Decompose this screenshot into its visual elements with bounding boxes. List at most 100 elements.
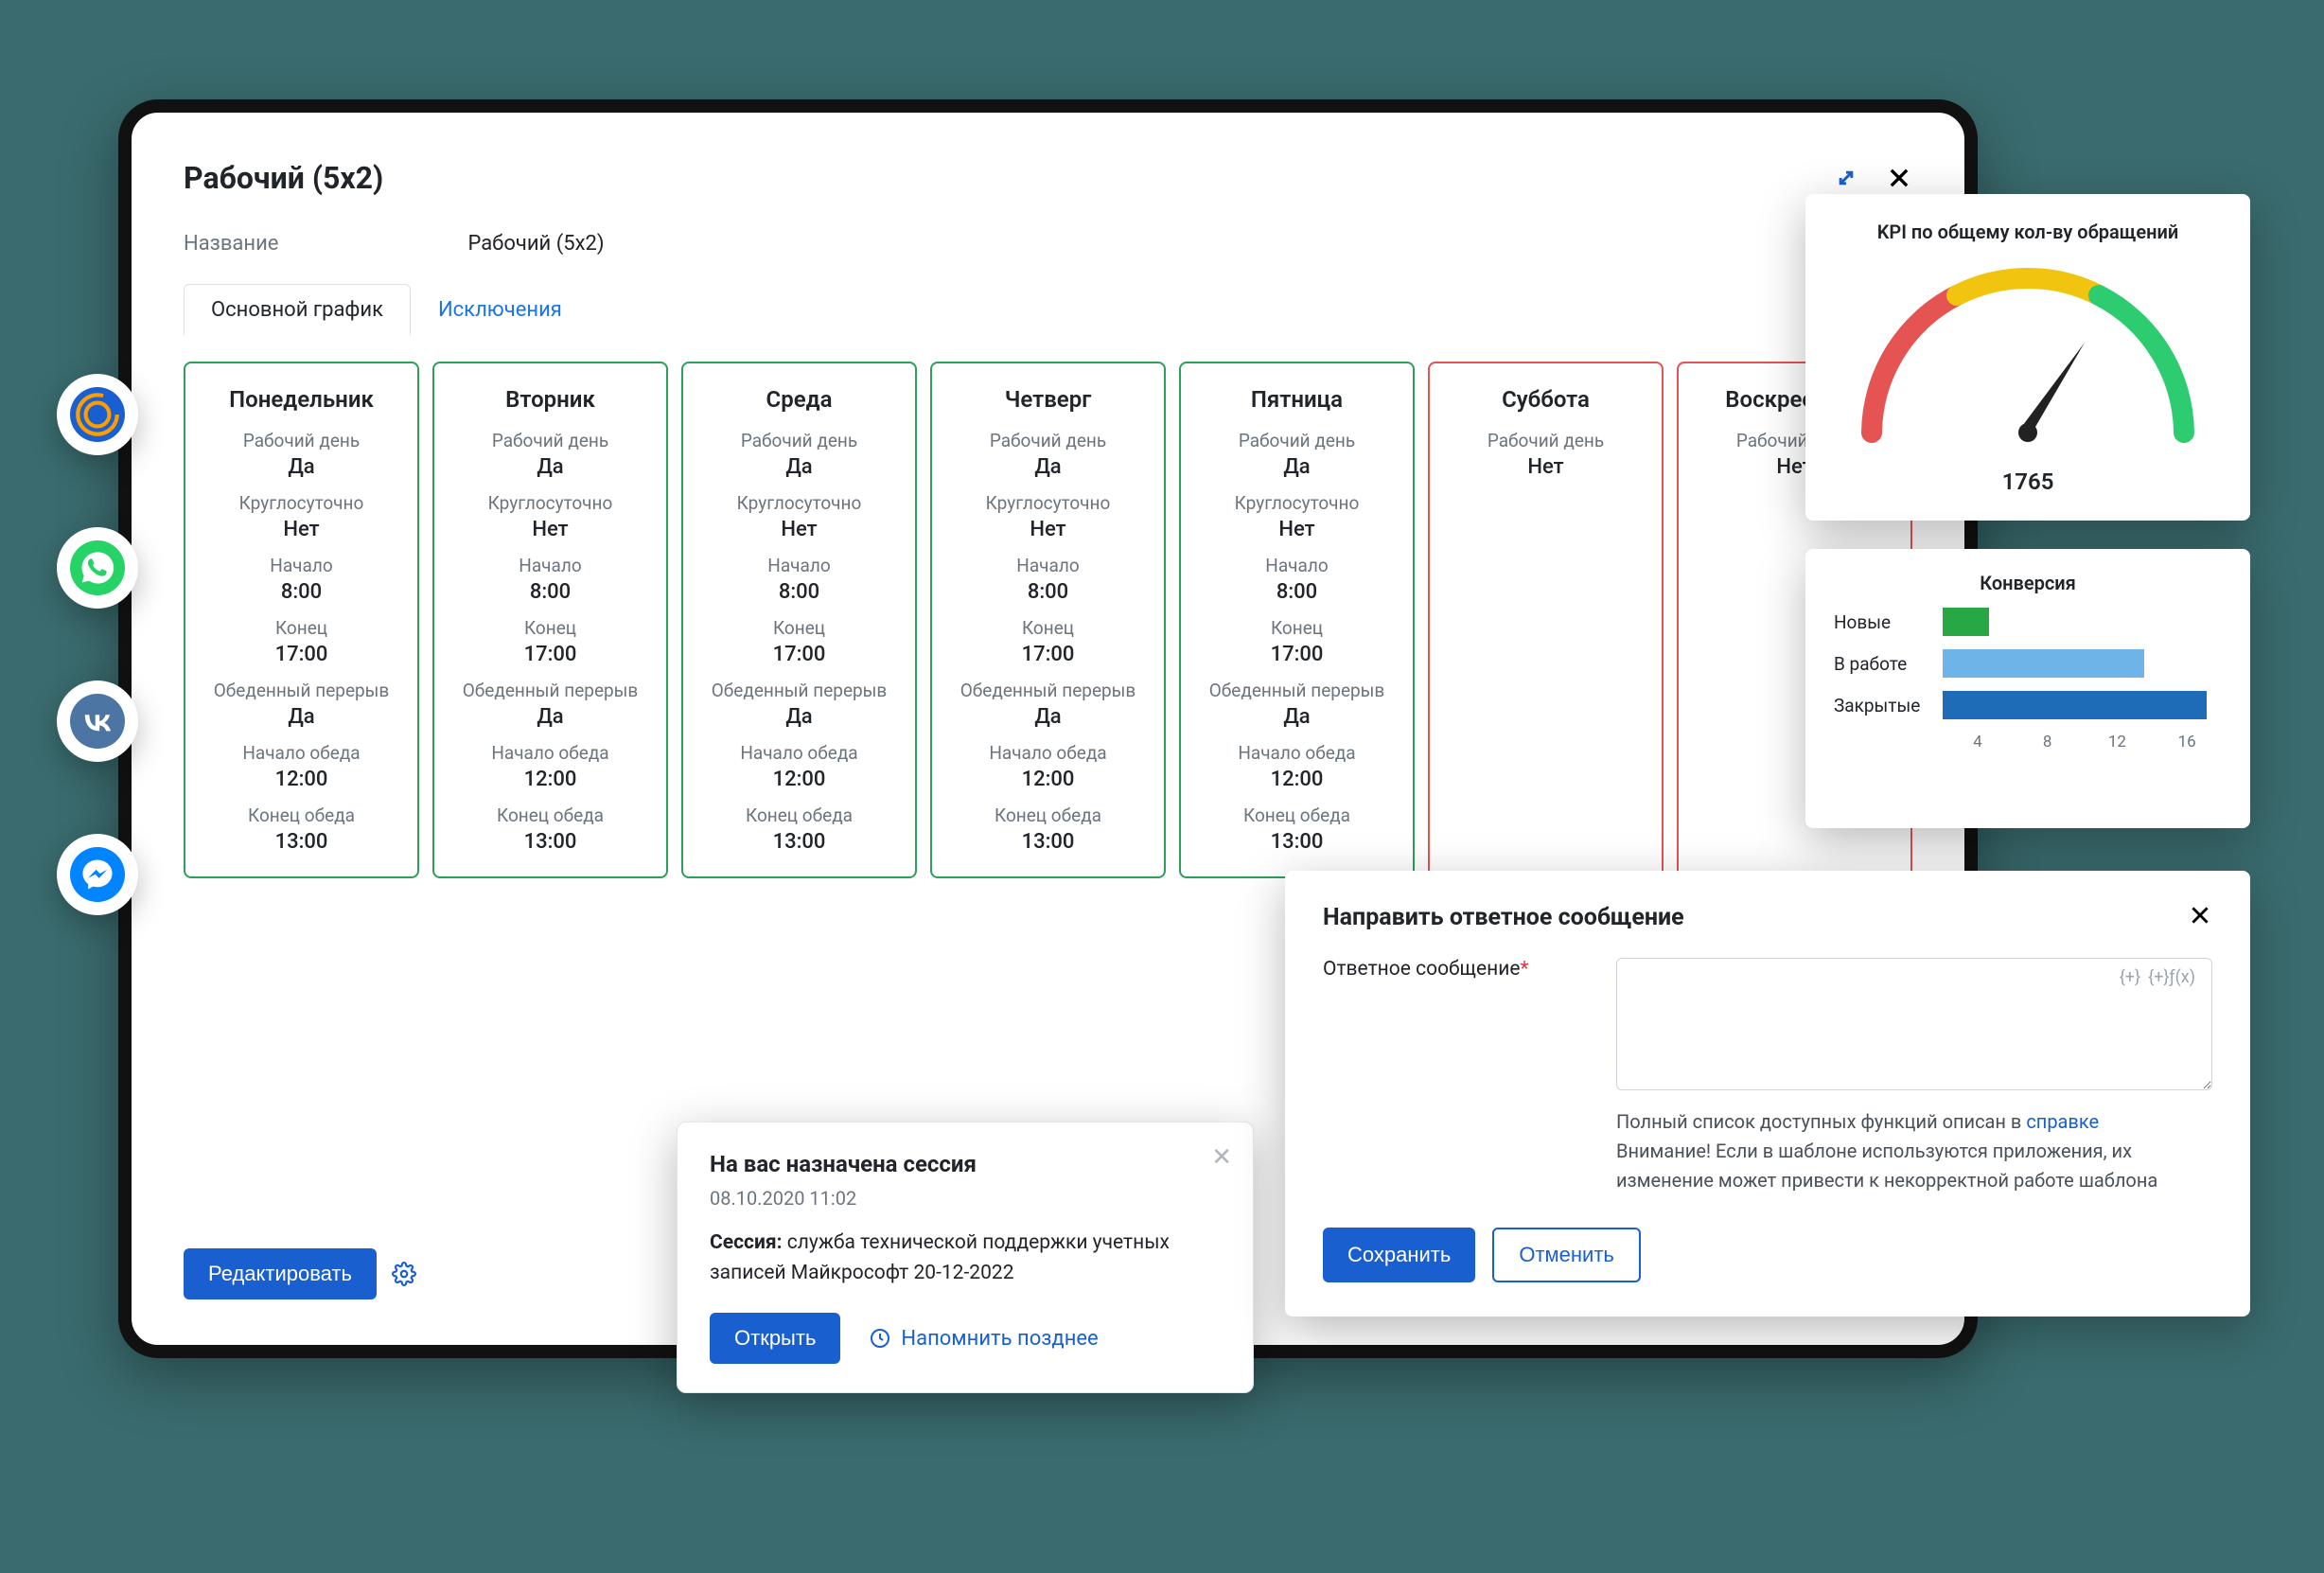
lunch-end-label: Конец обеда xyxy=(942,804,1154,826)
lunch-label: Обеденный перерыв xyxy=(444,680,657,701)
lunch-label: Обеденный перерыв xyxy=(942,680,1154,701)
allday-value: Нет xyxy=(942,518,1154,541)
reply-save-button[interactable]: Сохранить xyxy=(1323,1228,1475,1282)
reply-cancel-button[interactable]: Отменить xyxy=(1492,1228,1641,1282)
reply-header: Направить ответное сообщение xyxy=(1323,903,2212,931)
conversion-axis: 4 8 12 16 xyxy=(1943,733,2222,751)
clock-icon xyxy=(869,1327,891,1350)
day-card-5[interactable]: СубботаРабочий деньНет xyxy=(1428,362,1664,878)
conversion-bars: НовыеВ работеЗакрытые xyxy=(1834,608,2222,719)
day-card-4[interactable]: Пятница Рабочий день Да Круглосуточно Нет Нач… xyxy=(1179,362,1415,878)
lunch-label: Обеденный перерыв xyxy=(693,680,906,701)
bar-label: Закрытые xyxy=(1834,695,1943,716)
axis-tick: 8 xyxy=(2013,733,2083,751)
lunch-value: Да xyxy=(195,705,408,729)
lunch-start-label: Начало обеда xyxy=(942,742,1154,764)
day-card-2[interactable]: СредаРабочий деньДаКруглосуточноНетНачал… xyxy=(681,362,917,878)
day-name: Пятница xyxy=(1190,386,1403,413)
gauge-card: KPI по общему кол-ву обращений 1765 xyxy=(1805,194,2250,521)
bar-track xyxy=(1943,608,2222,636)
tab-main-schedule[interactable]: Основной график xyxy=(184,284,411,335)
lunch-end-value: 13:00 xyxy=(942,830,1154,854)
lunch-start-label: Начало обеда xyxy=(693,742,906,764)
toast-remind-link[interactable]: Напомнить позднее xyxy=(869,1327,1098,1351)
messenger-icon[interactable] xyxy=(57,834,138,915)
start-label: Начало xyxy=(195,555,408,576)
start-label: Начало xyxy=(693,555,906,576)
expand-icon[interactable] xyxy=(1833,165,1859,191)
workday-value: Да xyxy=(444,455,657,479)
axis-tick: 12 xyxy=(2083,733,2153,751)
workday-label: Рабочий день xyxy=(195,430,408,451)
workday-label: Рабочий день xyxy=(693,430,906,451)
session-toast: ✕ На вас назначена сессия 08.10.2020 11:… xyxy=(677,1122,1254,1393)
day-card-3[interactable]: ЧетвергРабочий деньДаКруглосуточноНетНач… xyxy=(930,362,1166,878)
schedule-name-label: Название xyxy=(184,232,278,256)
allday-value: Нет xyxy=(195,518,408,541)
tab-exceptions[interactable]: Исключения xyxy=(411,284,590,335)
insert-func-icon[interactable]: {+}ƒ(x) xyxy=(2148,967,2195,987)
reply-title: Направить ответное сообщение xyxy=(1323,904,1684,931)
axis-tick: 16 xyxy=(2152,733,2222,751)
mailru-icon[interactable] xyxy=(57,374,138,455)
workday-value: Да xyxy=(693,455,906,479)
day-card-0[interactable]: ПонедельникРабочий деньДаКруглосуточноНе… xyxy=(184,362,419,878)
workday-value: Нет xyxy=(1439,455,1652,479)
gauge-chart xyxy=(1832,253,2224,465)
bar-label: Новые xyxy=(1834,611,1943,633)
lunch-start-value: 12:00 xyxy=(444,768,657,791)
toast-actions: Открыть Напомнить позднее xyxy=(710,1313,1221,1364)
end-label: Конец xyxy=(942,617,1154,639)
start-value: 8:00 xyxy=(195,580,408,604)
reply-close-icon[interactable] xyxy=(2188,903,2212,931)
day-name: Понедельник xyxy=(195,386,408,413)
lunch-end-label: Конец обеда xyxy=(444,804,657,826)
allday-label: Круглосуточно xyxy=(1190,492,1403,514)
vk-icon[interactable] xyxy=(57,680,138,762)
reply-help-link[interactable]: справке xyxy=(2026,1110,2099,1133)
gauge-title: KPI по общему кол-ву обращений xyxy=(1832,221,2224,243)
allday-value: Нет xyxy=(444,518,657,541)
toast-body: Сессия: служба технической поддержки уче… xyxy=(710,1228,1221,1288)
toast-remind-label: Напомнить позднее xyxy=(901,1327,1098,1351)
reply-help: Полный список доступных функций описан в… xyxy=(1616,1107,2212,1195)
insert-var-icon[interactable]: {+} xyxy=(2120,967,2140,987)
lunch-end-value: 13:00 xyxy=(444,830,657,854)
day-name: Среда xyxy=(693,386,906,413)
lunch-start-label: Начало обеда xyxy=(195,742,408,764)
social-column xyxy=(57,374,138,915)
reply-field-label: Ответное сообщение* xyxy=(1323,958,1588,1195)
close-icon[interactable] xyxy=(1886,165,1912,191)
day-name: Четверг xyxy=(942,386,1154,413)
day-card-1[interactable]: ВторникРабочий деньДаКруглосуточноНетНач… xyxy=(432,362,668,878)
start-value: 8:00 xyxy=(444,580,657,604)
schedule-title: Рабочий (5х2) xyxy=(184,160,383,196)
workday-label: Рабочий день xyxy=(1190,430,1403,451)
allday-value: Нет xyxy=(1190,518,1403,541)
bar-row: Новые xyxy=(1834,608,2222,636)
bar-row: Закрытые xyxy=(1834,691,2222,719)
edit-button[interactable]: Редактировать xyxy=(184,1248,377,1299)
toast-open-button[interactable]: Открыть xyxy=(710,1313,840,1364)
lunch-end-value: 13:00 xyxy=(1190,830,1403,854)
end-label: Конец xyxy=(1190,617,1403,639)
start-value: 8:00 xyxy=(693,580,906,604)
workday-value: Да xyxy=(1190,455,1403,479)
end-label: Конец xyxy=(693,617,906,639)
toast-close-icon[interactable]: ✕ xyxy=(1211,1143,1232,1172)
textarea-toolbar: {+} {+}ƒ(x) xyxy=(2120,967,2195,987)
reply-label-text: Ответное сообщение xyxy=(1323,958,1521,981)
schedule-name-row: Название Рабочий (5х2) xyxy=(184,232,1912,256)
gear-icon[interactable] xyxy=(392,1262,416,1286)
lunch-value: Да xyxy=(693,705,906,729)
toast-title: На вас назначена сессия xyxy=(710,1151,1221,1177)
end-label: Конец xyxy=(195,617,408,639)
bar-track xyxy=(1943,649,2222,678)
whatsapp-icon[interactable] xyxy=(57,527,138,609)
reply-help-text-1: Полный список доступных функций описан в xyxy=(1616,1110,2026,1133)
lunch-start-label: Начало обеда xyxy=(1190,742,1403,764)
day-name: Суббота xyxy=(1439,386,1652,413)
gauge-value: 1765 xyxy=(1832,468,2224,495)
lunch-value: Да xyxy=(1190,705,1403,729)
start-label: Начало xyxy=(1190,555,1403,576)
